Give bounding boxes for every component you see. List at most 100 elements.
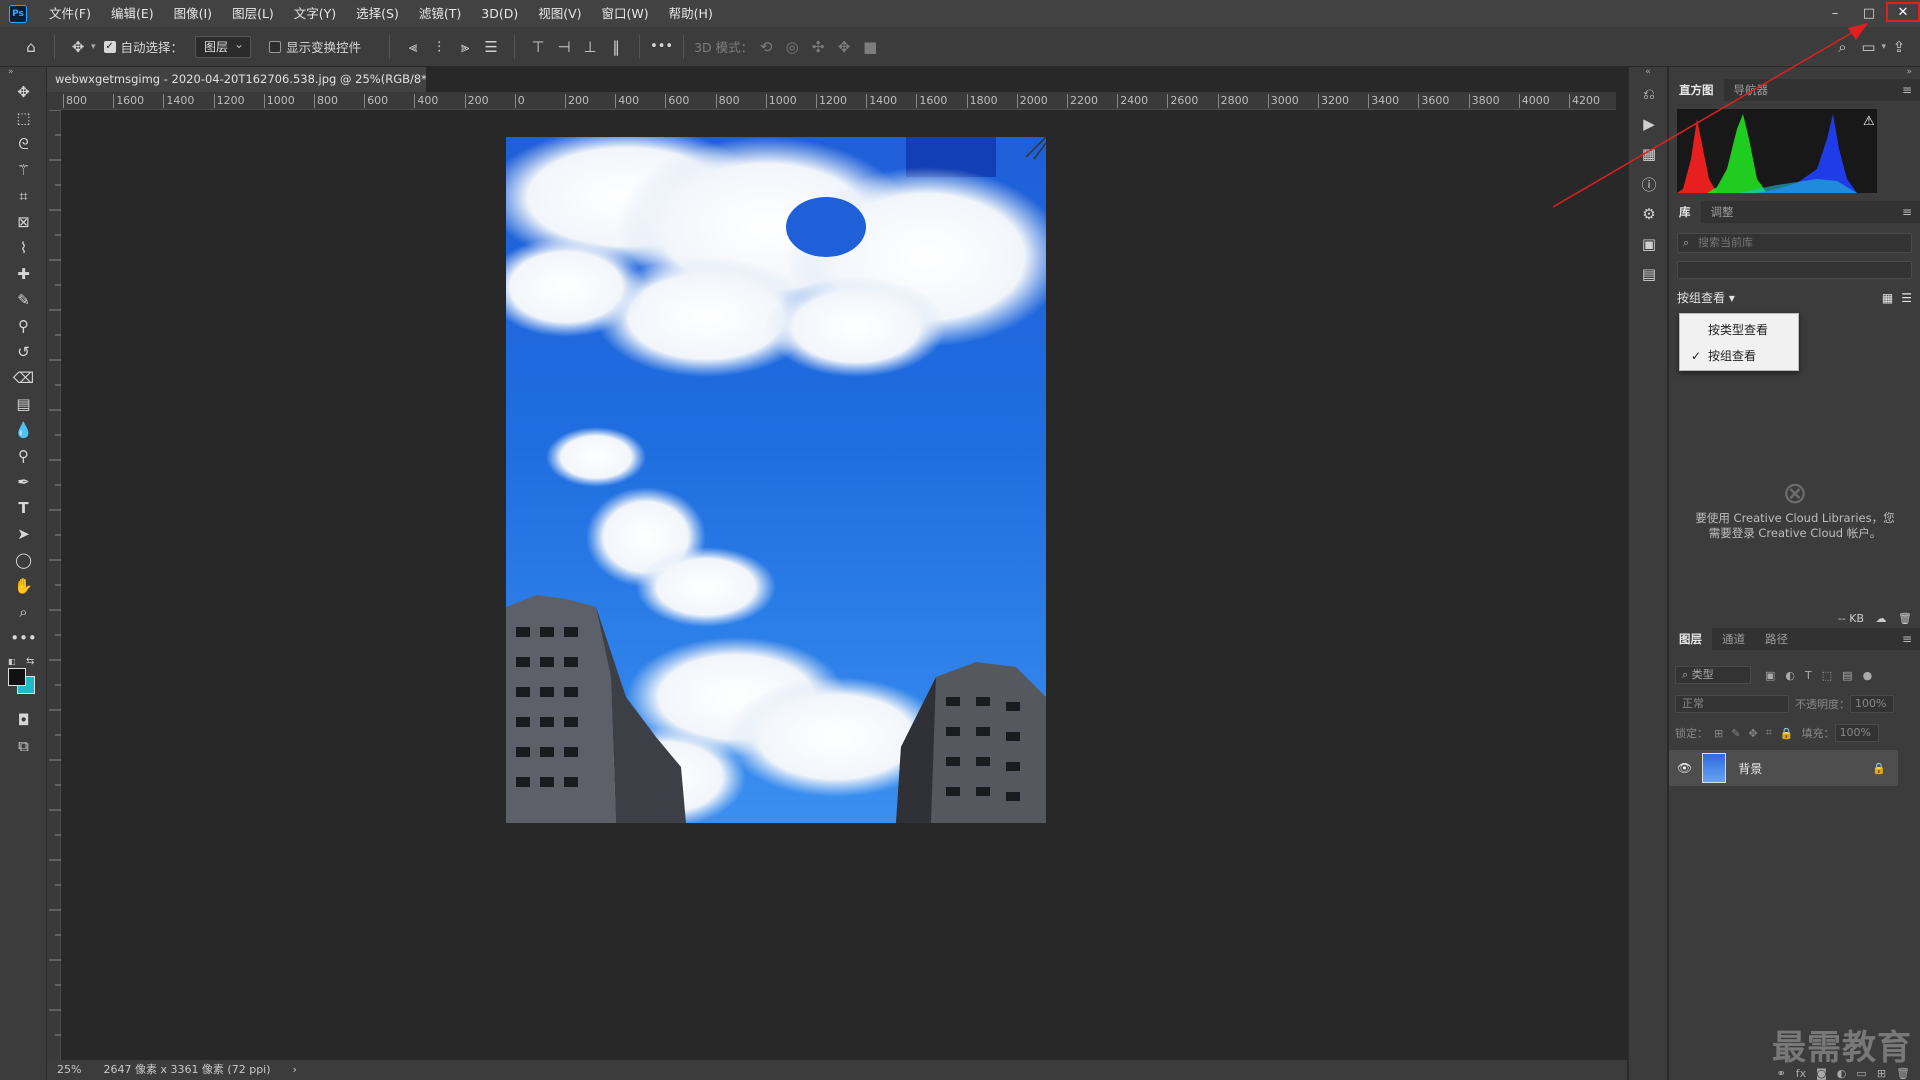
menu-image[interactable]: 图像(I): [164, 0, 222, 27]
menu-view[interactable]: 视图(V): [528, 0, 591, 27]
lock-image-icon[interactable]: ✎: [1731, 727, 1740, 740]
blur-tool-icon[interactable]: 💧: [0, 417, 47, 443]
document-image[interactable]: [506, 137, 1046, 823]
glyphs-icon[interactable]: ▣: [1629, 229, 1669, 259]
library-search-input[interactable]: ⌕ 搜索当前库: [1677, 233, 1912, 253]
search-icon[interactable]: ⌕: [1829, 34, 1855, 60]
lock-artboard-icon[interactable]: ⌗: [1766, 726, 1772, 740]
quick-mask-icon[interactable]: ◘: [0, 707, 47, 733]
clone-stamp-tool-icon[interactable]: ⚲: [0, 313, 47, 339]
pen-tool-icon[interactable]: ✒: [0, 469, 47, 495]
layer-name[interactable]: 背景: [1738, 760, 1762, 777]
filter-type-icon[interactable]: T: [1805, 669, 1812, 682]
lock-transparent-icon[interactable]: ⊞: [1714, 727, 1723, 740]
document-tab[interactable]: webwxgetmsgimg - 2020-04-20T162706.538.j…: [47, 67, 427, 92]
canvas-area[interactable]: [61, 110, 1616, 1060]
marquee-tool-icon[interactable]: ⬚: [0, 105, 47, 131]
lasso-tool-icon[interactable]: ᘓ: [0, 131, 47, 157]
tab-navigator[interactable]: 导航器: [1724, 79, 1779, 101]
home-icon[interactable]: ⌂: [18, 34, 44, 60]
roll-3d-icon[interactable]: ◎: [779, 34, 805, 60]
filter-toggle-icon[interactable]: ●: [1863, 669, 1873, 682]
gradient-tool-icon[interactable]: ▤: [0, 391, 47, 417]
align-center-icon[interactable]: ⫶: [426, 34, 452, 60]
menu-edit[interactable]: 编辑(E): [101, 0, 164, 27]
orbit-3d-icon[interactable]: ⟲: [753, 34, 779, 60]
history-icon[interactable]: ⎌: [1629, 79, 1669, 109]
close-button[interactable]: ✕: [1886, 2, 1920, 22]
ellipse-tool-icon[interactable]: ◯: [0, 547, 47, 573]
panel-menu-icon[interactable]: ≡: [1902, 79, 1912, 101]
align-bottom-icon[interactable]: ⊥: [577, 34, 603, 60]
menu-window[interactable]: 窗口(W): [592, 0, 659, 27]
align-left-icon[interactable]: ⫷: [400, 34, 426, 60]
brush-tool-icon[interactable]: ✎: [0, 287, 47, 313]
horizontal-ruler[interactable]: 800 1600 1400 1200 1000 800 600 400 200 0 200 400 60…: [61, 92, 1616, 110]
collapse-arrows-icon[interactable]: »: [1669, 67, 1920, 79]
zoom-tool-icon[interactable]: ⌕: [0, 599, 47, 625]
menu-item-view-by-group[interactable]: ✓ 按组查看: [1680, 343, 1798, 369]
tab-layers[interactable]: 图层: [1669, 628, 1712, 650]
opacity-input[interactable]: 100%: [1850, 695, 1894, 713]
panel-menu-icon[interactable]: ≡: [1902, 628, 1912, 650]
align-right-icon[interactable]: ⫸: [452, 34, 478, 60]
trash-icon[interactable]: 🗑: [1898, 612, 1912, 625]
auto-select-checkbox[interactable]: ✓: [103, 40, 116, 53]
list-view-icon[interactable]: ☰: [1901, 291, 1912, 305]
menu-3d[interactable]: 3D(D): [471, 0, 528, 27]
eyedropper-tool-icon[interactable]: ⌇: [0, 235, 47, 261]
collapse-arrows-icon[interactable]: «: [1629, 67, 1667, 79]
move-tool-icon[interactable]: ✥: [0, 79, 47, 105]
properties-icon[interactable]: ▦: [1629, 139, 1669, 169]
actions-play-icon[interactable]: ▶: [1629, 109, 1669, 139]
history-brush-tool-icon[interactable]: ↺: [0, 339, 47, 365]
filter-pixel-icon[interactable]: ▣: [1765, 669, 1775, 682]
eye-visibility-icon[interactable]: 👁: [1677, 761, 1692, 775]
grid-view-icon[interactable]: ▦: [1882, 291, 1893, 305]
info-icon[interactable]: ⓘ: [1629, 169, 1669, 199]
edit-toolbar-icon[interactable]: •••: [0, 625, 47, 651]
distribute-vertical-icon[interactable]: ☰: [478, 34, 504, 60]
menu-filter[interactable]: 滤镜(T): [409, 0, 471, 27]
workspace-icon[interactable]: ▭: [1855, 34, 1881, 60]
share-icon[interactable]: ⇪: [1886, 34, 1912, 60]
lock-position-icon[interactable]: ✥: [1748, 727, 1757, 740]
eraser-tool-icon[interactable]: ⌫: [0, 365, 47, 391]
default-colors-icon[interactable]: ◧: [8, 657, 16, 666]
frame-tool-icon[interactable]: ⊠: [0, 209, 47, 235]
pan-3d-icon[interactable]: ✣: [805, 34, 831, 60]
restore-button[interactable]: □: [1852, 0, 1886, 27]
auto-select-target-select[interactable]: 图层: [195, 34, 252, 58]
paragraph-icon[interactable]: ▤: [1629, 259, 1669, 289]
status-menu-arrow[interactable]: ›: [293, 1060, 297, 1080]
menu-item-view-by-type[interactable]: 按类型查看: [1680, 317, 1798, 343]
tab-channels[interactable]: 通道: [1712, 628, 1755, 650]
cloud-icon[interactable]: ☁: [1876, 612, 1887, 625]
filter-shape-icon[interactable]: ⬚: [1822, 669, 1832, 682]
menu-type[interactable]: 文字(Y): [284, 0, 346, 27]
layer-row-background[interactable]: 👁 背景 🔒: [1669, 750, 1898, 786]
menu-select[interactable]: 选择(S): [346, 0, 409, 27]
foreground-color-swatch[interactable]: [8, 668, 26, 686]
swap-colors-icon[interactable]: ⇆: [26, 656, 34, 667]
minimize-button[interactable]: –: [1818, 0, 1852, 27]
path-selection-tool-icon[interactable]: ➤: [0, 521, 47, 547]
screen-mode-icon[interactable]: ⧉: [0, 733, 47, 759]
menu-file[interactable]: 文件(F): [39, 0, 101, 27]
view-by-group-dropdown[interactable]: 按组查看 ▾: [1677, 289, 1735, 306]
filter-smart-object-icon[interactable]: ▤: [1842, 669, 1852, 682]
type-tool-icon[interactable]: T: [0, 495, 47, 521]
fill-input[interactable]: 100%: [1834, 724, 1879, 742]
filter-adjustment-icon[interactable]: ◐: [1785, 669, 1795, 682]
tab-adjustments[interactable]: 调整: [1701, 201, 1744, 223]
lock-all-icon[interactable]: 🔒: [1780, 727, 1794, 740]
distribute-horizontal-icon[interactable]: ‖: [603, 34, 629, 60]
tab-libraries[interactable]: 库: [1669, 201, 1701, 223]
slide-3d-icon[interactable]: ✥: [831, 34, 857, 60]
healing-brush-tool-icon[interactable]: ✚: [0, 261, 47, 287]
layer-filter-select[interactable]: ⌕ 类型: [1675, 666, 1751, 684]
zoom-level[interactable]: 25%: [57, 1060, 81, 1080]
layer-lock-icon[interactable]: 🔒: [1872, 762, 1886, 775]
adjustments-icon[interactable]: ⚙: [1629, 199, 1669, 229]
warning-icon[interactable]: ⚠: [1863, 114, 1875, 129]
